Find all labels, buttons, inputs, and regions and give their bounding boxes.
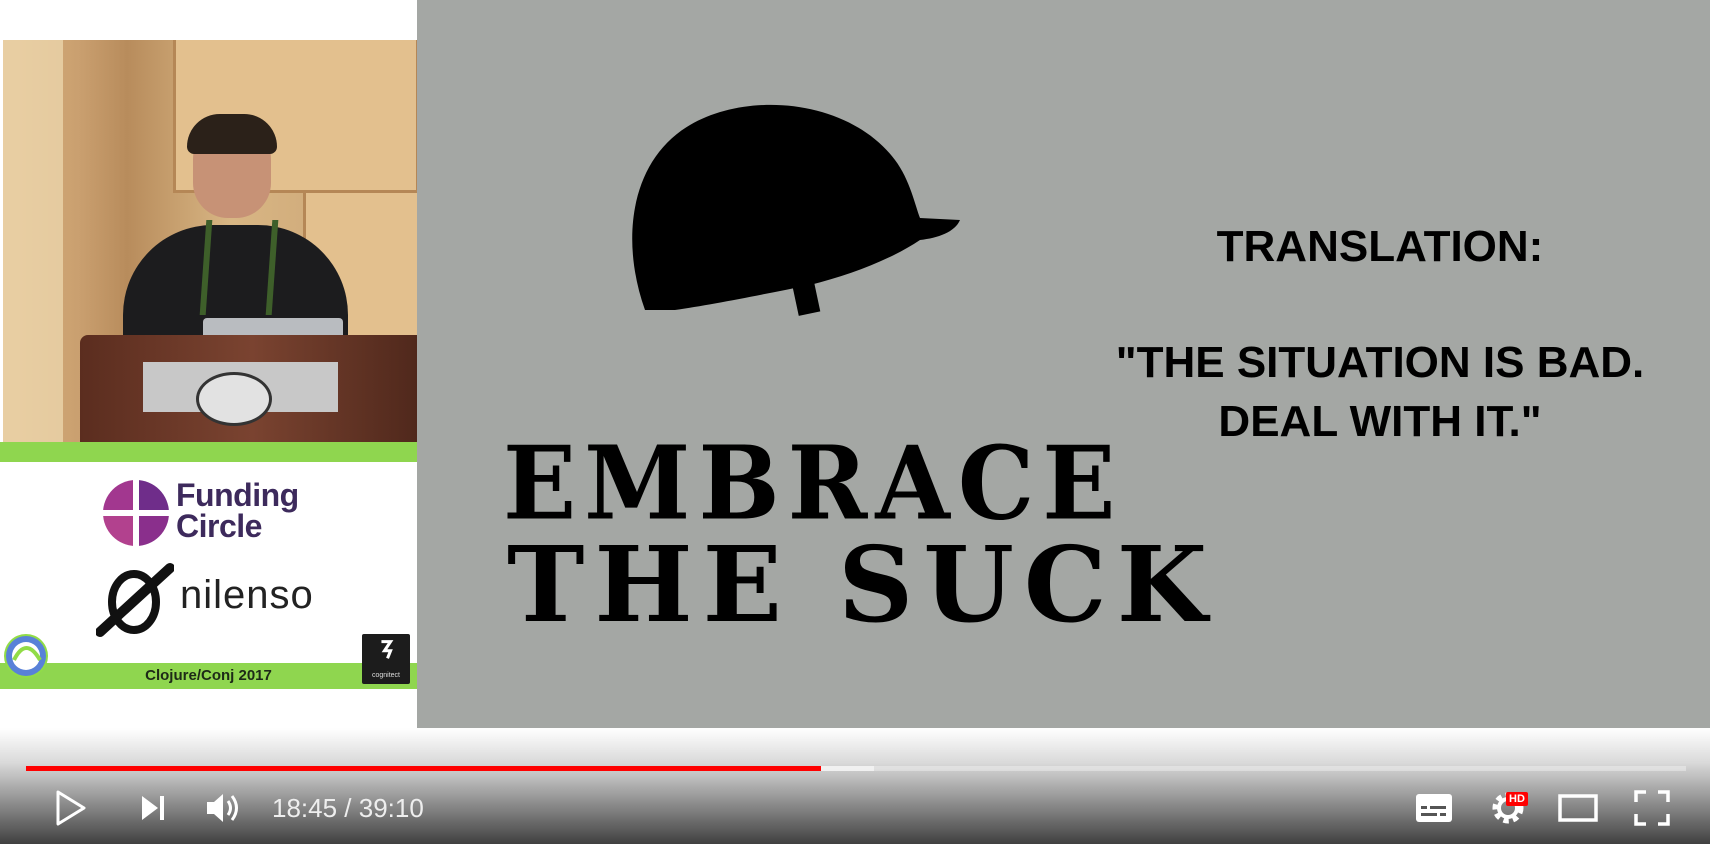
conference-label: Clojure/Conj 2017 — [145, 667, 272, 684]
subtitles-button[interactable] — [1414, 788, 1454, 828]
helmet-icon — [632, 104, 960, 316]
cognitect-mark-icon — [381, 640, 394, 659]
nilenso-text: nilenso — [180, 573, 314, 617]
cognitect-text: cognitect — [371, 672, 401, 679]
play-icon — [56, 790, 86, 826]
fullscreen-icon — [1634, 790, 1670, 826]
speaker-camera-feed — [3, 40, 417, 442]
volume-button[interactable] — [204, 788, 244, 828]
speaker-panel: Funding Circle nilenso Clojure/Conj 2017… — [0, 0, 417, 740]
green-divider — [0, 442, 417, 462]
next-icon — [142, 796, 164, 820]
next-button[interactable] — [138, 788, 170, 828]
funding-circle-text: Funding Circle — [176, 477, 299, 544]
volume-icon — [207, 794, 238, 822]
nilenso-logo-icon — [96, 563, 174, 637]
funding-circle-logo-icon — [103, 480, 169, 546]
play-button[interactable] — [54, 788, 90, 828]
video-player[interactable]: Funding Circle nilenso Clojure/Conj 2017… — [0, 0, 1710, 844]
time-display: 18:45 / 39:10 — [272, 793, 424, 823]
fullscreen-button[interactable] — [1632, 788, 1672, 828]
theater-mode-button[interactable] — [1558, 788, 1598, 828]
subtitles-icon — [1416, 794, 1452, 822]
slide-heading-the-suck: THE SUCK — [507, 523, 1218, 646]
hd-badge: HD — [1506, 792, 1528, 806]
slide-quote-line-1: "THE SITUATION IS BAD. — [1115, 338, 1645, 387]
progress-played — [26, 766, 822, 771]
slide-quote-line-2: DEAL WITH IT." — [1218, 397, 1542, 446]
slide-translation-label: TRANSLATION: — [1216, 222, 1544, 271]
theater-mode-icon — [1558, 794, 1598, 822]
slide-heading-embrace: EMBRACE — [503, 424, 1124, 543]
progress-bar[interactable] — [26, 766, 1686, 771]
